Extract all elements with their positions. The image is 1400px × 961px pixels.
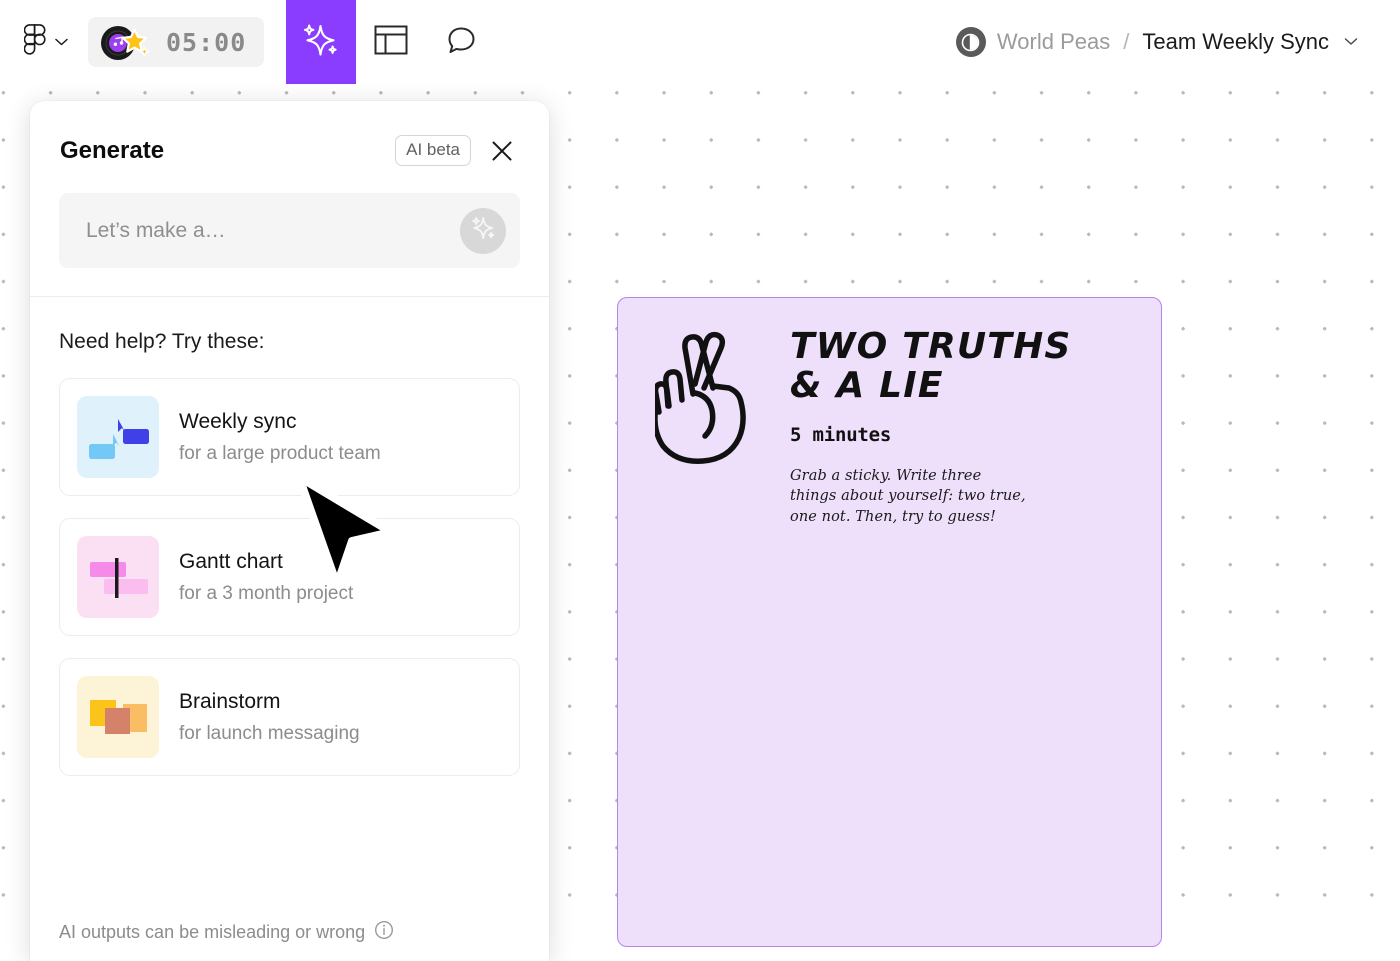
prompt-input[interactable] bbox=[86, 218, 460, 243]
layout-grid-icon bbox=[374, 25, 408, 60]
suggestion-card-text: Gantt chart for a 3 month project bbox=[179, 550, 353, 605]
vinyl-record-icon bbox=[99, 22, 157, 62]
card-title: TWO TRUTHS & A LIE bbox=[790, 326, 1072, 406]
suggestion-card-weekly-sync[interactable]: Weekly sync for a large product team bbox=[59, 378, 520, 496]
panel-header: Generate AI beta bbox=[30, 101, 549, 166]
figma-logo-icon bbox=[23, 24, 46, 60]
breadcrumb-team[interactable]: World Peas bbox=[997, 29, 1110, 55]
suggestion-card-gantt-chart[interactable]: Gantt chart for a 3 month project bbox=[59, 518, 520, 636]
canvas-activity-card[interactable]: TWO TRUTHS & A LIE 5 minutes Grab a stic… bbox=[617, 297, 1162, 947]
tab-ai-generate[interactable] bbox=[286, 0, 357, 84]
sparkle-icon bbox=[468, 213, 498, 248]
close-icon[interactable] bbox=[489, 138, 515, 164]
brainstorm-thumbnail bbox=[77, 676, 159, 758]
panel-footer: AI outputs can be misleading or wrong bbox=[30, 920, 549, 961]
timer-value: 05:00 bbox=[166, 27, 247, 57]
chevron-down-icon[interactable] bbox=[1344, 33, 1358, 51]
sparkle-icon bbox=[301, 19, 341, 66]
ai-generate-panel: Generate AI beta Let’s make a… Need help… bbox=[30, 101, 549, 961]
weekly-sync-thumbnail bbox=[77, 396, 159, 478]
suggestion-card-brainstorm[interactable]: Brainstorm for launch messaging bbox=[59, 658, 520, 776]
page-title: Generate bbox=[60, 136, 165, 164]
suggestion-label: Weekly sync bbox=[179, 409, 297, 433]
prompt-field-wrapper[interactable] bbox=[59, 193, 520, 268]
suggestion-label: Gantt chart bbox=[179, 549, 283, 573]
suggestion-card-text: Brainstorm for launch messaging bbox=[179, 690, 360, 745]
figma-menu-button[interactable] bbox=[0, 0, 80, 84]
top-toolbar: 05:00 World Peas / Team Weekly Sync bbox=[0, 0, 1400, 84]
suggestion-list: Weekly sync for a large product team Gan… bbox=[59, 378, 520, 776]
comment-bubble-icon bbox=[445, 24, 477, 61]
status-badge: AI beta bbox=[395, 135, 471, 166]
team-avatar-icon[interactable] bbox=[955, 27, 986, 57]
crossed-fingers-hand-icon bbox=[652, 326, 760, 466]
tab-templates[interactable] bbox=[356, 0, 426, 84]
suggestion-label: Brainstorm bbox=[179, 689, 281, 713]
card-duration: 5 minutes bbox=[790, 423, 892, 446]
suggestion-card-text: Weekly sync for a large product team bbox=[179, 410, 381, 465]
breadcrumb: World Peas / Team Weekly Sync bbox=[955, 0, 1358, 84]
chevron-down-icon bbox=[55, 33, 68, 51]
breadcrumb-separator: / bbox=[1123, 29, 1130, 54]
generate-submit-button[interactable] bbox=[460, 207, 506, 254]
suggestion-subtitle: for a 3 month project bbox=[179, 582, 354, 604]
suggestion-subtitle: for a large product team bbox=[179, 442, 381, 464]
card-description: Grab a sticky. Write three things about … bbox=[790, 467, 1026, 525]
toolbar-left-group: 05:00 bbox=[0, 0, 496, 84]
suggestion-subtitle: for launch messaging bbox=[179, 722, 360, 744]
tab-comments[interactable] bbox=[426, 0, 496, 84]
help-label: Need help? Try these: bbox=[59, 330, 265, 353]
music-timer-widget[interactable]: 05:00 bbox=[88, 17, 265, 67]
divider bbox=[30, 296, 549, 297]
breadcrumb-file[interactable]: Team Weekly Sync bbox=[1142, 29, 1329, 55]
gantt-chart-thumbnail bbox=[77, 536, 159, 618]
